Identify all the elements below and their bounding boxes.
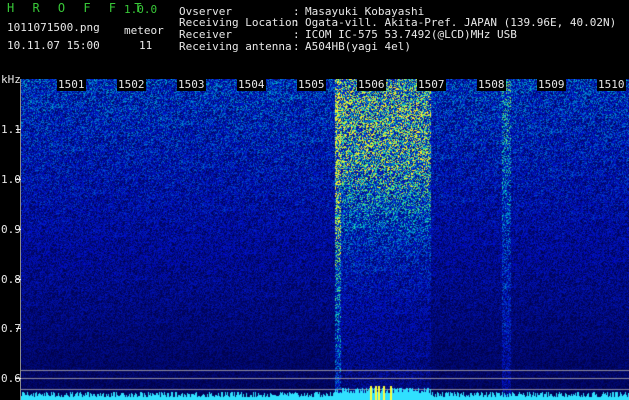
- minute-label: 1504: [237, 78, 266, 91]
- minute-label: 1510: [597, 78, 626, 91]
- minute-label: 1502: [117, 78, 146, 91]
- info-colon: :: [293, 40, 300, 53]
- app-version: 1.0.0: [124, 3, 158, 16]
- info-label-antenna: Receiving antenna: [179, 40, 292, 53]
- spectrogram-canvas: [21, 79, 629, 400]
- minute-label: 1508: [477, 78, 506, 91]
- y-axis-tick: [16, 328, 21, 329]
- y-axis-tick: [16, 129, 21, 130]
- date-time: 10.11.07 15:00: [7, 39, 100, 52]
- minute-label: 1505: [297, 78, 326, 91]
- minute-label: 1507: [417, 78, 446, 91]
- meteor-count: 11: [139, 39, 153, 52]
- minute-label: 1501: [57, 78, 86, 91]
- meteor-label: meteor: [124, 24, 164, 37]
- y-axis-tick: [16, 229, 21, 230]
- minute-label: 1503: [177, 78, 206, 91]
- frequency-unit-label: kHz: [1, 73, 21, 86]
- file-name: 1011071500.png: [7, 21, 100, 34]
- minute-label: 1509: [537, 78, 566, 91]
- info-value-antenna: A504HB(yagi 4el): [305, 40, 411, 53]
- y-axis-tick: [16, 279, 21, 280]
- y-axis-tick: [16, 378, 21, 379]
- minute-label: 1506: [357, 78, 386, 91]
- y-axis-tick: [16, 179, 21, 180]
